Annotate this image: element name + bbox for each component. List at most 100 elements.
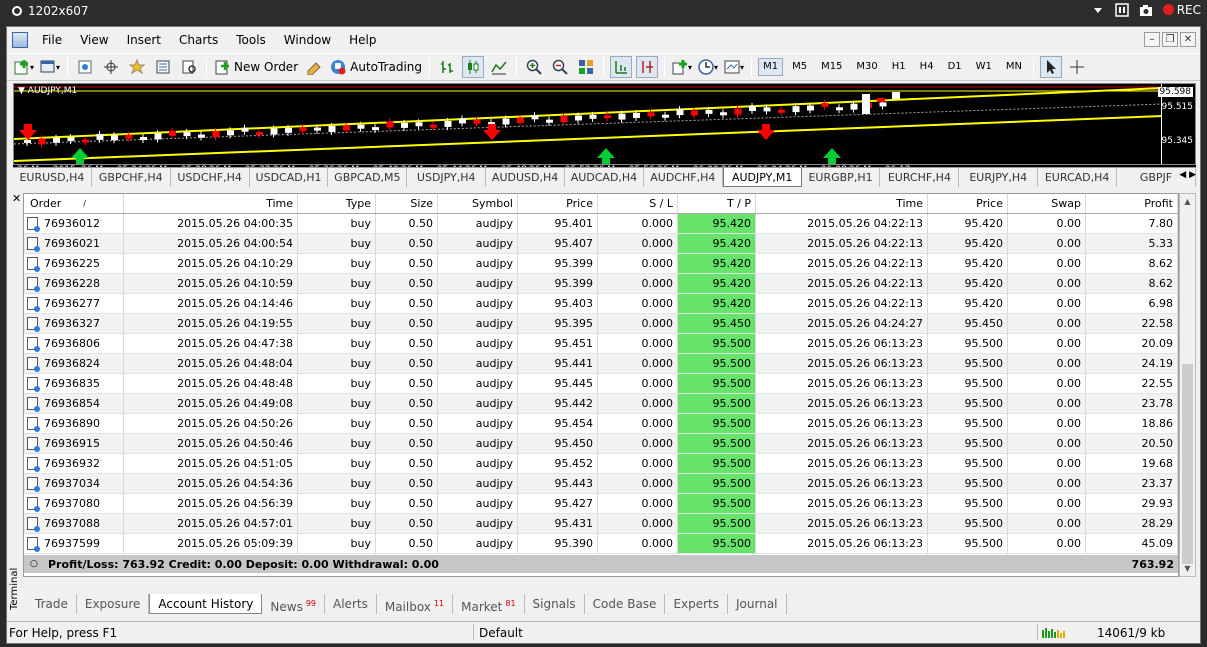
- chart-tab[interactable]: AUDCAD,H4: [565, 168, 644, 187]
- minimize-icon[interactable]: –: [1144, 32, 1160, 47]
- terminal-tab-account-history[interactable]: Account History: [149, 594, 263, 614]
- tile-windows-button[interactable]: [575, 56, 597, 78]
- restore-icon[interactable]: ❐: [1162, 32, 1178, 47]
- menu-charts[interactable]: Charts: [171, 27, 228, 53]
- timeframe-m1[interactable]: M1: [758, 58, 784, 76]
- chart-tab[interactable]: AUDCHF,H4: [644, 168, 723, 187]
- strategy-tester-button[interactable]: [178, 56, 200, 78]
- column-header[interactable]: Price: [518, 194, 598, 213]
- table-row[interactable]: 76936806 2015.05.26 04:47:38 buy 0.50 audjpy…: [24, 334, 1178, 354]
- terminal-tab-code-base[interactable]: Code Base: [585, 594, 666, 614]
- rec-button[interactable]: REC: [1162, 3, 1201, 17]
- chart-tab[interactable]: EURCAD,H4: [1038, 168, 1118, 187]
- chart-shift-button[interactable]: [610, 56, 633, 78]
- new-chart-button[interactable]: ▾: [13, 56, 35, 78]
- dropdown-icon[interactable]: [1091, 3, 1105, 17]
- terminal-tab-experts[interactable]: Experts: [665, 594, 729, 614]
- table-row[interactable]: 76937034 2015.05.26 04:54:36 buy 0.50 audjpy…: [24, 474, 1178, 494]
- column-header[interactable]: Price: [928, 194, 1008, 213]
- chart-tab[interactable]: AUDJPY,M1: [722, 168, 802, 187]
- terminal-tab-trade[interactable]: Trade: [27, 594, 77, 614]
- chart-tab[interactable]: USDCHF,H4: [171, 168, 250, 187]
- timeframe-h4[interactable]: H4: [915, 58, 939, 76]
- navigator-button[interactable]: [126, 56, 148, 78]
- chart-tab[interactable]: USDJPY,H4: [407, 168, 487, 187]
- autoscroll-button[interactable]: [636, 56, 659, 78]
- new-order-button[interactable]: New Order: [213, 56, 299, 78]
- timeframe-m5[interactable]: M5: [787, 58, 812, 76]
- column-header[interactable]: S / L: [598, 194, 678, 213]
- table-row[interactable]: 76936228 2015.05.26 04:10:59 buy 0.50 audjpy…: [24, 274, 1178, 294]
- zoom-out-button[interactable]: [549, 56, 571, 78]
- table-row[interactable]: 76936225 2015.05.26 04:10:29 buy 0.50 audjpy…: [24, 254, 1178, 274]
- tab-scroll-arrows[interactable]: ◀ ▶: [1172, 170, 1196, 180]
- table-row[interactable]: 76937599 2015.05.26 05:09:39 buy 0.50 audjpy…: [24, 534, 1178, 554]
- autotrading-button[interactable]: AutoTrading: [329, 56, 423, 78]
- menu-help[interactable]: Help: [341, 27, 386, 53]
- column-header[interactable]: Symbol: [438, 194, 518, 213]
- terminal-button[interactable]: [152, 56, 174, 78]
- terminal-tab-journal[interactable]: Journal: [728, 594, 787, 614]
- menu-file[interactable]: File: [34, 27, 72, 53]
- column-header[interactable]: Time: [124, 194, 298, 213]
- bar-chart-button[interactable]: [436, 56, 458, 78]
- profiles-button[interactable]: ▾: [39, 56, 61, 78]
- terminal-tab-exposure[interactable]: Exposure: [77, 594, 150, 614]
- chart-tab[interactable]: EURUSD,H4: [13, 168, 92, 187]
- templates-button[interactable]: ▾: [723, 56, 745, 78]
- timeframe-w1[interactable]: W1: [971, 58, 997, 76]
- cursor-button[interactable]: [1039, 56, 1062, 78]
- line-chart-button[interactable]: [488, 56, 510, 78]
- crosshair-button[interactable]: [1066, 56, 1088, 78]
- scroll-thumb[interactable]: [1182, 364, 1193, 564]
- chart-tab[interactable]: GBPCAD,M5: [328, 168, 408, 187]
- candlestick-button[interactable]: [462, 56, 485, 78]
- column-header[interactable]: Swap: [1008, 194, 1086, 213]
- chart-tab[interactable]: USDCAD,H1: [250, 168, 329, 187]
- table-row[interactable]: 76936327 2015.05.26 04:19:55 buy 0.50 audjpy…: [24, 314, 1178, 334]
- terminal-tab-market[interactable]: Market 81: [453, 594, 525, 614]
- table-row[interactable]: 76936012 2015.05.26 04:00:35 buy 0.50 audjpy…: [24, 214, 1178, 234]
- menu-window[interactable]: Window: [276, 27, 341, 53]
- column-header[interactable]: Size: [376, 194, 438, 213]
- table-row[interactable]: 76936277 2015.05.26 04:14:46 buy 0.50 audjpy…: [24, 294, 1178, 314]
- periods-button[interactable]: ▾: [697, 56, 719, 78]
- market-watch-button[interactable]: [74, 56, 96, 78]
- table-row[interactable]: 76936835 2015.05.26 04:48:48 buy 0.50 audjpy…: [24, 374, 1178, 394]
- camera-icon[interactable]: [1139, 3, 1153, 17]
- menu-tools[interactable]: Tools: [228, 27, 276, 53]
- table-row[interactable]: 76936824 2015.05.26 04:48:04 buy 0.50 audjpy…: [24, 354, 1178, 374]
- terminal-tab-signals[interactable]: Signals: [525, 594, 585, 614]
- timeframe-m15[interactable]: M15: [816, 58, 847, 76]
- timeframe-h1[interactable]: H1: [887, 58, 911, 76]
- table-row[interactable]: 76936890 2015.05.26 04:50:26 buy 0.50 audjpy…: [24, 414, 1178, 434]
- table-row[interactable]: 76936854 2015.05.26 04:49:08 buy 0.50 audjpy…: [24, 394, 1178, 414]
- menu-view[interactable]: View: [72, 27, 118, 53]
- price-chart[interactable]: ▼ AUDJPY,M1 95.598 95.515 95.345: [13, 83, 1196, 165]
- indicators-button[interactable]: ▾: [671, 56, 693, 78]
- scroll-down-icon[interactable]: ▼: [1180, 561, 1195, 576]
- column-header[interactable]: Time: [756, 194, 928, 213]
- table-row[interactable]: 76937088 2015.05.26 04:57:01 buy 0.50 audjpy…: [24, 514, 1178, 534]
- close-icon[interactable]: ✕: [1180, 32, 1196, 47]
- table-row[interactable]: 76936932 2015.05.26 04:51:05 buy 0.50 audjpy…: [24, 454, 1178, 474]
- terminal-tab-alerts[interactable]: Alerts: [325, 594, 377, 614]
- metaeditor-button[interactable]: [303, 56, 325, 78]
- chart-tab[interactable]: AUDUSD,H4: [486, 168, 566, 187]
- scroll-up-icon[interactable]: ▲: [1180, 194, 1195, 209]
- column-header[interactable]: Profit: [1086, 194, 1178, 213]
- timeframe-m30[interactable]: M30: [851, 58, 882, 76]
- terminal-tab-mailbox[interactable]: Mailbox 11: [377, 594, 454, 614]
- chart-tab[interactable]: EURGBP,H1: [802, 168, 881, 187]
- chart-tab[interactable]: EURCHF,H4: [880, 168, 960, 187]
- column-header[interactable]: T / P: [678, 194, 756, 213]
- chart-tab[interactable]: GBPCHF,H4: [92, 168, 171, 187]
- timeframe-d1[interactable]: D1: [943, 58, 967, 76]
- column-header[interactable]: Type: [298, 194, 376, 213]
- close-icon[interactable]: ✕: [12, 192, 21, 205]
- terminal-tab-news[interactable]: News 99: [262, 594, 326, 614]
- table-row[interactable]: 76936021 2015.05.26 04:00:54 buy 0.50 audjpy…: [24, 234, 1178, 254]
- timeframe-mn[interactable]: MN: [1001, 58, 1027, 76]
- table-row[interactable]: 76936915 2015.05.26 04:50:46 buy 0.50 audjpy…: [24, 434, 1178, 454]
- menu-insert[interactable]: Insert: [119, 27, 171, 53]
